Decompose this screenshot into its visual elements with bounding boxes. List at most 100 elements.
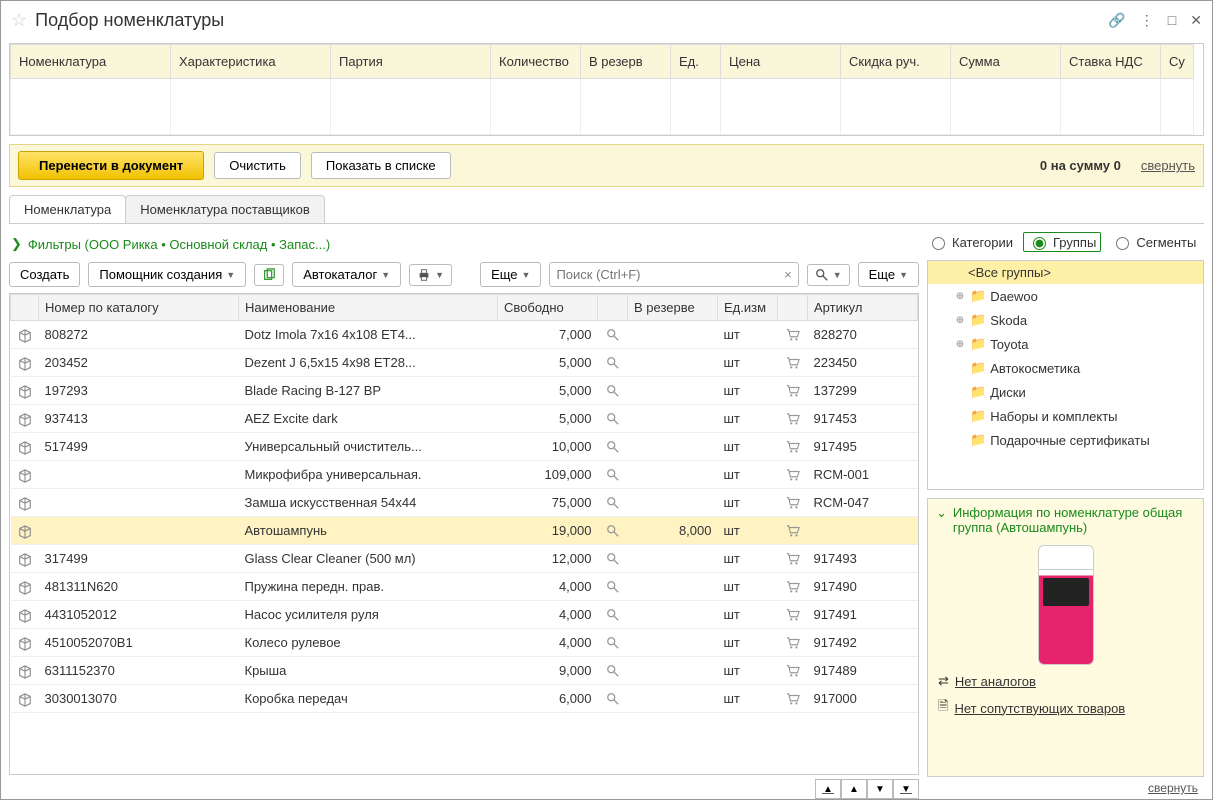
table-row[interactable]: Замша искусственная 54x4475,000штRCM-047 bbox=[11, 489, 918, 517]
detail-icon[interactable] bbox=[606, 411, 620, 426]
tree-item[interactable]: <Все группы> bbox=[928, 261, 1203, 284]
tree-item[interactable]: ⊕📁Daewoo bbox=[928, 284, 1203, 308]
expander-icon[interactable]: ⊕ bbox=[954, 339, 966, 350]
add-cart-icon[interactable] bbox=[786, 607, 800, 622]
nav-first-button[interactable]: ▲ bbox=[815, 779, 841, 799]
detail-icon[interactable] bbox=[606, 355, 620, 370]
chevron-down-icon[interactable]: ⌄ bbox=[936, 505, 947, 521]
col-article[interactable]: Артикул bbox=[808, 295, 918, 321]
table-row[interactable]: 197293Blade Racing B-127 BP5,000шт137299 bbox=[11, 377, 918, 405]
upper-col[interactable]: Скидка руч. bbox=[841, 45, 951, 79]
more-left-button[interactable]: Еще▼ bbox=[480, 262, 541, 287]
table-row[interactable]: 4510052070B1Колесо рулевое4,000шт917492 bbox=[11, 629, 918, 657]
add-cart-icon[interactable] bbox=[786, 635, 800, 650]
col-unit[interactable]: Ед.изм bbox=[718, 295, 778, 321]
add-cart-icon[interactable] bbox=[786, 579, 800, 594]
close-icon[interactable]: ✕ bbox=[1190, 12, 1202, 29]
col-reserve[interactable]: В резерве bbox=[628, 295, 718, 321]
add-cart-icon[interactable] bbox=[786, 411, 800, 426]
upper-col[interactable]: Сумма bbox=[951, 45, 1061, 79]
print-button[interactable]: ▼ bbox=[409, 264, 452, 286]
advanced-search-button[interactable]: ▼ bbox=[807, 264, 850, 286]
table-row[interactable]: 517499Универсальный очиститель...10,000ш… bbox=[11, 433, 918, 461]
detail-icon[interactable] bbox=[606, 663, 620, 678]
add-cart-icon[interactable] bbox=[786, 355, 800, 370]
upper-col[interactable]: Характеристика bbox=[171, 45, 331, 79]
detail-icon[interactable] bbox=[606, 579, 620, 594]
upper-col[interactable]: Су bbox=[1161, 45, 1194, 79]
maximize-icon[interactable]: □ bbox=[1168, 12, 1176, 28]
tree-item[interactable]: ⊕📁Skoda bbox=[928, 308, 1203, 332]
more-right-button[interactable]: Еще▼ bbox=[858, 262, 919, 287]
col-free[interactable]: Свободно bbox=[498, 295, 598, 321]
clear-button[interactable]: Очистить bbox=[214, 152, 301, 179]
search-input[interactable] bbox=[550, 263, 778, 286]
table-row[interactable]: 4431052012Насос усилителя руля4,000шт917… bbox=[11, 601, 918, 629]
table-row[interactable]: Автошампунь19,0008,000шт bbox=[11, 517, 918, 545]
favorite-star-icon[interactable]: ☆ bbox=[11, 10, 27, 31]
tree-item[interactable]: 📁Автокосметика bbox=[928, 356, 1203, 380]
add-cart-icon[interactable] bbox=[786, 663, 800, 678]
transfer-button[interactable]: Перенести в документ bbox=[18, 151, 204, 180]
product-image[interactable] bbox=[1038, 545, 1094, 665]
more-vert-icon[interactable]: ⋮ bbox=[1140, 12, 1154, 29]
show-list-button[interactable]: Показать в списке bbox=[311, 152, 451, 179]
detail-icon[interactable] bbox=[606, 467, 620, 482]
table-row[interactable]: 937413AEZ Excite dark5,000шт917453 bbox=[11, 405, 918, 433]
detail-icon[interactable] bbox=[606, 327, 620, 342]
search-clear-icon[interactable]: × bbox=[778, 267, 798, 282]
add-cart-icon[interactable] bbox=[786, 439, 800, 454]
add-cart-icon[interactable] bbox=[786, 551, 800, 566]
radio-segments[interactable]: Сегменты bbox=[1111, 234, 1196, 250]
table-row[interactable]: 3030013070Коробка передач6,000шт917000 bbox=[11, 685, 918, 713]
nomenclature-grid[interactable]: Номер по каталогу Наименование Свободно … bbox=[9, 293, 919, 775]
tree-item[interactable]: 📁Подарочные сертификаты bbox=[928, 428, 1203, 452]
create-button[interactable]: Создать bbox=[9, 262, 80, 287]
col-catalog-number[interactable]: Номер по каталогу bbox=[39, 295, 239, 321]
detail-icon[interactable] bbox=[606, 691, 620, 706]
filters-toggle[interactable]: ❯ Фильтры (ООО Рикка • Основной склад • … bbox=[9, 232, 919, 256]
detail-icon[interactable] bbox=[606, 523, 620, 538]
col-name[interactable]: Наименование bbox=[239, 295, 498, 321]
tree-item[interactable]: 📁Диски bbox=[928, 380, 1203, 404]
tree-item[interactable]: 📁Наборы и комплекты bbox=[928, 404, 1203, 428]
upper-col[interactable]: Партия bbox=[331, 45, 491, 79]
expander-icon[interactable]: ⊕ bbox=[954, 291, 966, 302]
detail-icon[interactable] bbox=[606, 635, 620, 650]
nav-down-button[interactable]: ▼ bbox=[867, 779, 893, 799]
upper-col[interactable]: Цена bbox=[721, 45, 841, 79]
create-assistant-button[interactable]: Помощник создания▼ bbox=[88, 262, 246, 287]
tab-nomenclature[interactable]: Номенклатура bbox=[9, 195, 126, 223]
nav-up-button[interactable]: ▲ bbox=[841, 779, 867, 799]
collapse-link-bottom[interactable]: свернуть bbox=[1148, 781, 1198, 795]
add-cart-icon[interactable] bbox=[786, 467, 800, 482]
upper-col[interactable]: Ставка НДС bbox=[1061, 45, 1161, 79]
copy-button[interactable] bbox=[254, 264, 284, 286]
add-cart-icon[interactable] bbox=[786, 495, 800, 510]
detail-icon[interactable] bbox=[606, 439, 620, 454]
detail-icon[interactable] bbox=[606, 383, 620, 398]
table-row[interactable]: 6311152370Крыша9,000шт917489 bbox=[11, 657, 918, 685]
add-cart-icon[interactable] bbox=[786, 383, 800, 398]
autocatalog-button[interactable]: Автокаталог▼ bbox=[292, 262, 401, 287]
nav-last-button[interactable]: ▼ bbox=[893, 779, 919, 799]
tree-item[interactable]: ⊕📁Toyota bbox=[928, 332, 1203, 356]
table-row[interactable]: 317499Glass Clear Cleaner (500 мл)12,000… bbox=[11, 545, 918, 573]
upper-col[interactable]: В резерв bbox=[581, 45, 671, 79]
selected-items-grid[interactable]: НоменклатураХарактеристикаПартияКоличест… bbox=[9, 43, 1204, 136]
table-row[interactable]: 203452Dezent J 6,5x15 4x98 ET28...5,000ш… bbox=[11, 349, 918, 377]
expander-icon[interactable]: ⊕ bbox=[954, 315, 966, 326]
no-related-link[interactable]: Нет сопутствующих товаров bbox=[954, 701, 1125, 716]
add-cart-icon[interactable] bbox=[786, 523, 800, 538]
no-analogs-link[interactable]: Нет аналогов bbox=[955, 674, 1036, 689]
upper-col[interactable]: Количество bbox=[491, 45, 581, 79]
detail-icon[interactable] bbox=[606, 551, 620, 566]
link-icon[interactable]: 🔗 bbox=[1108, 12, 1125, 29]
tab-supplier-nomenclature[interactable]: Номенклатура поставщиков bbox=[125, 195, 325, 223]
collapse-link-top[interactable]: свернуть bbox=[1141, 158, 1195, 173]
add-cart-icon[interactable] bbox=[786, 691, 800, 706]
table-row[interactable]: 808272Dotz Imola 7x16 4x108 ET4...7,000ш… bbox=[11, 321, 918, 349]
upper-col[interactable]: Ед. bbox=[671, 45, 721, 79]
table-row[interactable]: Микрофибра универсальная.109,000штRCM-00… bbox=[11, 461, 918, 489]
groups-tree[interactable]: <Все группы>⊕📁Daewoo⊕📁Skoda⊕📁Toyota📁Авто… bbox=[927, 260, 1204, 490]
